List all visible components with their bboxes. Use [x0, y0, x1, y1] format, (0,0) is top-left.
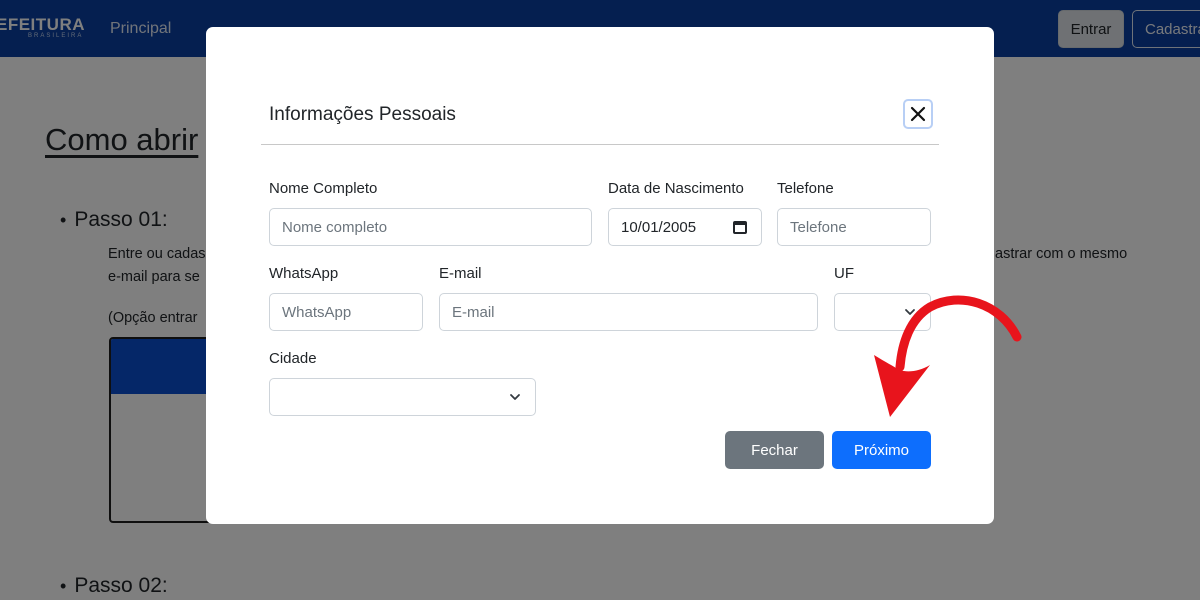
- telefone-label: Telefone: [777, 180, 834, 197]
- personal-info-modal: Informações Pessoais Nome Completo Data …: [206, 27, 994, 524]
- nascimento-input[interactable]: 10/01/2005: [608, 208, 762, 246]
- cidade-select[interactable]: [269, 378, 536, 416]
- whatsapp-label: WhatsApp: [269, 265, 339, 282]
- whatsapp-input[interactable]: [269, 293, 423, 331]
- email-label: E-mail: [439, 265, 482, 282]
- email-input[interactable]: [439, 293, 818, 331]
- cidade-label: Cidade: [269, 350, 317, 367]
- calendar-icon[interactable]: [733, 221, 747, 234]
- telefone-input[interactable]: [777, 208, 931, 246]
- uf-label: UF: [834, 265, 854, 282]
- nome-label: Nome Completo: [269, 180, 378, 197]
- close-icon: [910, 106, 926, 122]
- close-button[interactable]: [903, 99, 933, 129]
- modal-title: Informações Pessoais: [269, 104, 456, 125]
- chevron-down-icon: [510, 394, 520, 400]
- annotation-arrow: [874, 295, 1022, 417]
- nome-input[interactable]: [269, 208, 592, 246]
- proximo-button[interactable]: Próximo: [832, 431, 931, 469]
- modal-divider: [261, 144, 939, 145]
- nascimento-label: Data de Nascimento: [608, 180, 744, 197]
- fechar-button[interactable]: Fechar: [725, 431, 824, 469]
